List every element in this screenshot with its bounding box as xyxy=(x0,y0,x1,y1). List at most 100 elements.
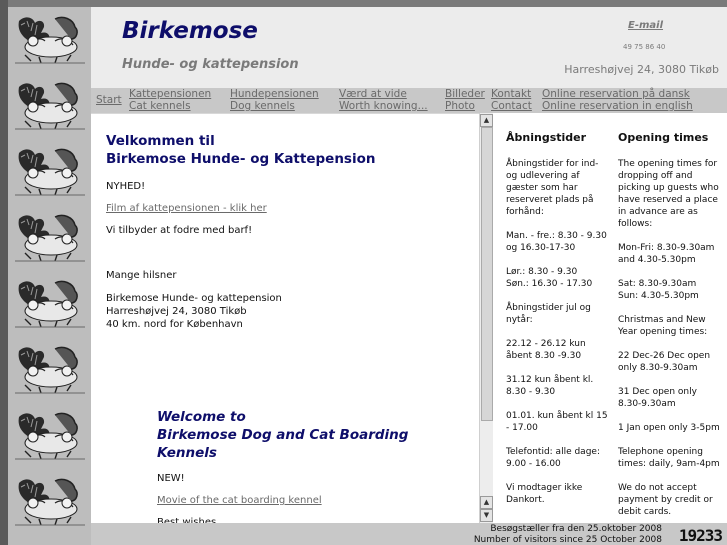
hours-line: Vi modtager ikke xyxy=(506,483,583,493)
hours-line: Telephone opening xyxy=(618,447,703,457)
hours-line xyxy=(506,470,608,482)
visitor-counter-bar: Besøgstæller fra den 25.oktober 2008 Num… xyxy=(91,523,727,545)
hours-line xyxy=(506,362,608,374)
hours-line xyxy=(618,302,720,314)
counter-label-en: Number of visitors since 25 October 2008 xyxy=(473,535,662,545)
nav-contact-en[interactable]: Contact xyxy=(491,100,532,112)
dog-picture-strip xyxy=(8,7,91,545)
hours-line: reserveret plads på xyxy=(506,195,594,205)
welcome-en-line3: Kennels xyxy=(157,445,217,461)
hours-line xyxy=(506,434,608,446)
opening-hours-da-text: Åbningstider for ind-og udlevering af gæs… xyxy=(506,158,608,506)
site-title: Birkemose xyxy=(122,18,258,44)
opening-hours-en-text: The opening times for dropping off and pic… xyxy=(618,158,720,518)
window-top-border xyxy=(0,0,727,7)
hours-line xyxy=(506,326,608,338)
email-link[interactable]: E-mail xyxy=(628,20,663,31)
nav-cat-kennels-da[interactable]: Kattepensionen xyxy=(129,88,211,100)
phone-number: 49 75 86 40 xyxy=(623,43,666,51)
scroll-down-button-upper[interactable]: ▲ xyxy=(480,496,493,509)
hours-line: picking up guests who xyxy=(618,183,719,193)
welcome-en-line2: Birkemose Dog and Cat Boarding xyxy=(157,427,409,443)
hours-line: and 4.30-5.30pm xyxy=(618,255,696,265)
scrollbar-thumb[interactable] xyxy=(481,127,493,421)
hours-line: have reserved a place xyxy=(618,195,718,205)
nav-online-reservation-en[interactable]: Online reservation in english xyxy=(542,100,693,112)
hours-line xyxy=(506,254,608,266)
counter-label-da: Besøgstæller fra den 25.oktober 2008 xyxy=(490,524,662,534)
hours-line: Sun: 4.30-5.30pm xyxy=(618,291,699,301)
nav-worth-knowing-en[interactable]: Worth knowing... xyxy=(339,100,428,112)
news-label-en: NEW! xyxy=(157,473,185,484)
hours-line xyxy=(618,410,720,422)
nav-start[interactable]: Start xyxy=(96,94,122,106)
welcome-da-line1: Velkommen til xyxy=(106,133,215,149)
hours-line: Åbningstider for ind- xyxy=(506,159,599,169)
hours-line: We do not accept xyxy=(618,483,697,493)
hours-line: 31 Dec open only xyxy=(618,387,697,397)
opening-hours-da-heading: Åbningstider xyxy=(506,131,587,144)
nav-photos-en[interactable]: Photo xyxy=(445,100,475,112)
opening-hours-en-heading: Opening times xyxy=(618,131,709,144)
sign-distance: 40 km. nord for København xyxy=(106,319,243,330)
hours-line: times: daily, 9am-4pm xyxy=(618,459,720,469)
hours-line: follows: xyxy=(618,219,653,229)
nav-dog-kennels-da[interactable]: Hundepensionen xyxy=(230,88,319,100)
hours-line: payment by credit or xyxy=(618,495,713,505)
sign-name: Birkemose Hunde- og kattepension xyxy=(106,293,282,304)
dog-illustration xyxy=(11,473,89,531)
dog-illustration xyxy=(11,143,89,201)
welcome-heading-en: Welcome to Birkemose Dog and Cat Boardin… xyxy=(157,408,408,462)
sign-address: Harreshøjvej 24, 3080 Tikøb xyxy=(106,306,247,317)
header-address: Harreshøjvej 24, 3080 Tikøb xyxy=(564,63,719,76)
hours-line: og udlevering af xyxy=(506,171,580,181)
offer-text-da: Vi tilbyder at fodre med barf! xyxy=(106,225,253,236)
scroll-up-button[interactable]: ▲ xyxy=(480,114,493,127)
dog-illustration xyxy=(11,77,89,135)
scroll-down-button[interactable]: ▼ xyxy=(480,509,493,522)
hours-line: Åbningstider jul og xyxy=(506,303,591,313)
hours-line: Mon-Fri: 8.30-9.30am xyxy=(618,243,715,253)
scroll-up-icon: ▲ xyxy=(483,498,490,506)
nav-dog-kennels-en[interactable]: Dog kennels xyxy=(230,100,295,112)
hours-line: Christmas and New xyxy=(618,315,706,325)
hours-line: Søn.: 16.30 - 17.30 xyxy=(506,279,593,289)
navigation-bar: Start Kattepensionen Cat kennels Hundepe… xyxy=(91,88,727,113)
hours-line: 8.30 - 9.30 xyxy=(506,387,556,397)
nav-worth-knowing-da[interactable]: Værd at vide xyxy=(339,88,407,100)
nav-cat-kennels-en[interactable]: Cat kennels xyxy=(129,100,191,112)
nav-online-reservation-da[interactable]: Online reservation på dansk xyxy=(542,88,690,100)
site-header: Birkemose Hunde- og kattepension E-mail … xyxy=(91,7,727,88)
hours-line: Telefontid: alle dage: xyxy=(506,447,600,457)
hours-line: Man. - fre.: 8.30 - 9.30 xyxy=(506,231,607,241)
hours-line: nytår: xyxy=(506,315,533,325)
nav-photos-da[interactable]: Billeder xyxy=(445,88,485,100)
hours-line: Sat: 8.30-9.30am xyxy=(618,279,697,289)
film-link-da[interactable]: Film af kattepensionen - klik her xyxy=(106,202,267,215)
hours-line: Year opening times: xyxy=(618,327,708,337)
hours-line: 22 Dec-26 Dec open xyxy=(618,351,711,361)
main-scrollbar[interactable]: ▲ ▲ ▼ xyxy=(479,113,493,523)
nav-contact-da[interactable]: Kontakt xyxy=(491,88,531,100)
welcome-da-line2: Birkemose Hunde- og Kattepension xyxy=(106,151,376,167)
hours-line: 31.12 kun åbent kl. xyxy=(506,375,594,385)
hours-line xyxy=(618,338,720,350)
news-label-da: NYHED! xyxy=(106,181,146,192)
hours-line: The opening times for xyxy=(618,159,718,169)
greeting-da: Mange hilsner xyxy=(106,270,177,281)
dog-illustration xyxy=(11,11,89,69)
hours-line xyxy=(506,398,608,410)
hours-line xyxy=(506,290,608,302)
hours-line: - 17.00 xyxy=(506,423,538,433)
hours-line: only 8.30-9.30am xyxy=(618,363,698,373)
hours-line: gæster som har xyxy=(506,183,578,193)
hours-line xyxy=(618,266,720,278)
hours-line xyxy=(618,434,720,446)
welcome-heading-da: Velkommen til Birkemose Hunde- og Kattep… xyxy=(106,132,375,168)
main-content-frame[interactable]: Velkommen til Birkemose Hunde- og Kattep… xyxy=(91,113,479,524)
hours-line xyxy=(506,218,608,230)
hours-line: 22.12 - 26.12 kun xyxy=(506,339,586,349)
scroll-down-icon: ▼ xyxy=(483,511,490,519)
film-link-en[interactable]: Movie of the cat boarding kennel xyxy=(157,494,322,507)
opening-hours-en-panel: Opening times The opening times for dropp… xyxy=(612,113,727,523)
